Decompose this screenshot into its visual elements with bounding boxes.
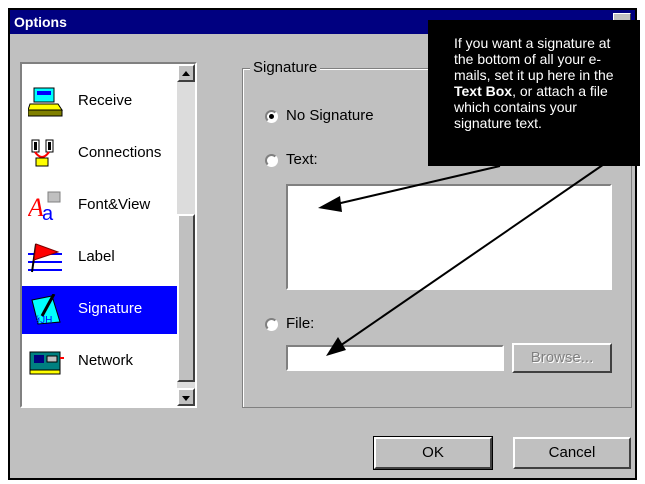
arrow-down-icon <box>182 396 190 401</box>
list-item-label: Signature <box>78 300 143 317</box>
arrow-up-icon <box>182 71 190 76</box>
scroll-thumb[interactable] <box>177 214 195 382</box>
help-callout: If you want a signature at the bottom of… <box>428 20 640 166</box>
network-card-icon <box>29 351 64 375</box>
list-scrollbar[interactable] <box>177 64 195 406</box>
list-item-label: Connections <box>78 144 162 161</box>
callout-text-bold: Text Box <box>454 83 513 99</box>
text-signature-label: Text: <box>286 151 318 168</box>
inbox-tray-icon <box>28 87 63 117</box>
svg-text:a: a <box>42 203 54 222</box>
scroll-up-button[interactable] <box>177 64 195 82</box>
callout-text-part1: If you want a signature at the bottom of… <box>454 35 614 83</box>
list-item-receive[interactable]: Receive <box>22 78 188 126</box>
signature-text-area[interactable] <box>286 184 612 290</box>
no-signature-label: No Signature <box>286 107 374 124</box>
list-item-network[interactable]: Network <box>22 338 188 386</box>
signature-pen-icon: ǿJH <box>31 294 61 326</box>
font-letters-icon: A a <box>28 191 61 222</box>
scroll-down-button[interactable] <box>177 388 195 406</box>
cancel-button[interactable]: Cancel <box>513 437 631 469</box>
list-item-label: Label <box>78 248 115 265</box>
svg-text:ǿJH: ǿJH <box>34 315 52 326</box>
window-title: Options <box>14 14 67 30</box>
list-item-label-category[interactable]: Label <box>22 234 188 282</box>
category-list[interactable]: Receive Connections A a Font&View Label <box>20 62 197 408</box>
ok-button[interactable]: OK <box>373 436 493 470</box>
network-plug-icon <box>31 139 54 167</box>
file-signature-label: File: <box>286 315 315 332</box>
callout-text: If you want a signature at the bottom of… <box>454 35 632 131</box>
list-item-connections[interactable]: Connections <box>22 130 188 178</box>
list-item-font-view[interactable]: A a Font&View <box>22 182 188 230</box>
file-signature-radio[interactable] <box>265 318 278 331</box>
signature-group-label: Signature <box>250 59 321 76</box>
signature-file-input[interactable] <box>286 345 504 371</box>
list-item-label: Network <box>78 352 134 369</box>
browse-button[interactable]: Browse... <box>512 343 612 373</box>
text-signature-radio[interactable] <box>265 154 278 167</box>
red-flag-icon <box>28 243 62 273</box>
list-item-label: Receive <box>78 92 133 109</box>
list-item-label: Font&View <box>78 196 151 213</box>
list-item-signature[interactable]: ǿJH Signature <box>22 286 188 334</box>
no-signature-radio[interactable] <box>265 110 278 123</box>
